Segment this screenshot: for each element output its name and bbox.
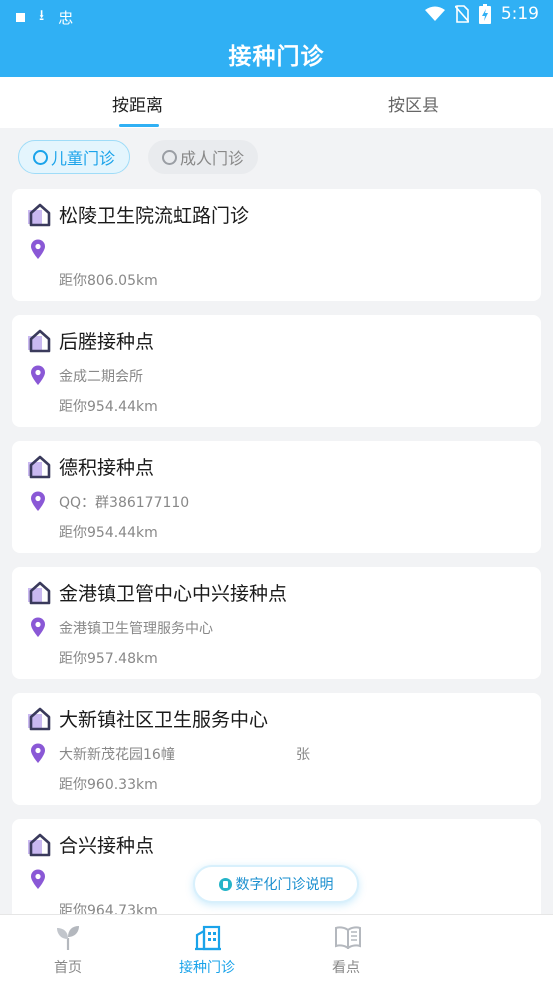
nav-home[interactable]: 首页: [8, 915, 128, 984]
location-pin-icon: [31, 491, 45, 511]
digital-clinic-info-button[interactable]: 数字化门诊说明: [193, 865, 359, 903]
location-pin-icon: [31, 617, 45, 637]
bottom-navigation: 首页 接种门诊 看点: [0, 914, 553, 984]
filter-label: 成人门诊: [180, 149, 245, 168]
sprout-icon: [57, 926, 79, 950]
clinic-name: 松陵卫生院流虹路门诊: [59, 205, 250, 227]
tab-active-indicator: [119, 124, 159, 127]
status-bar: ⭳ 忠 5:19: [0, 0, 553, 32]
tab-by-distance[interactable]: 按距离: [112, 91, 163, 116]
house-icon: [28, 329, 51, 353]
filter-children-clinic[interactable]: 儿童门诊: [18, 140, 131, 174]
house-icon: [28, 581, 51, 605]
filter-adult-clinic[interactable]: 成人门诊: [148, 140, 259, 174]
clinic-address: 大新新茂花园16幢: [59, 747, 175, 763]
clinic-distance: 距你957.48km: [59, 651, 158, 667]
house-icon: [28, 833, 51, 857]
tab-by-district[interactable]: 按区县: [388, 91, 439, 116]
nav-label: 看点: [332, 960, 360, 976]
clinic-card[interactable]: 松陵卫生院流虹路门诊 距你806.05km: [12, 189, 541, 301]
clinic-name: 合兴接种点: [59, 835, 155, 857]
clinic-distance: 距你954.44km: [59, 399, 158, 415]
battery-icon: [478, 4, 491, 24]
document-icon: [218, 877, 232, 891]
clinic-address: QQ：群386177110: [59, 495, 190, 511]
clinic-distance: 距你954.44km: [59, 525, 158, 541]
building-icon: [195, 925, 221, 951]
house-icon: [28, 707, 51, 731]
no-sim-icon: [454, 5, 469, 23]
clinic-name: 大新镇社区卫生服务中心: [59, 709, 269, 731]
header: 接种门诊: [0, 32, 553, 77]
clinic-address-extra: 张: [296, 747, 310, 763]
clinic-distance: 距你960.33km: [59, 777, 158, 793]
location-pin-icon: [31, 869, 45, 889]
clinic-name: 金港镇卫管中心中兴接种点: [59, 583, 288, 605]
wifi-icon: [424, 6, 445, 21]
book-icon: [335, 926, 361, 949]
download-icon: ⭳: [39, 6, 45, 24]
clinic-card[interactable]: 后塍接种点 金成二期会所 距你954.44km: [12, 315, 541, 427]
page-title: 接种门诊: [228, 44, 325, 70]
location-pin-icon: [31, 365, 45, 385]
location-pin-icon: [31, 743, 45, 763]
clinic-card[interactable]: 大新镇社区卫生服务中心 大新新茂花园16幢 张 距你960.33km: [12, 693, 541, 805]
nav-highlights[interactable]: 看点: [286, 915, 406, 984]
clinic-address: 金成二期会所: [59, 369, 143, 385]
clinic-distance: 距你806.05km: [59, 273, 158, 289]
clinic-card[interactable]: 德积接种点 QQ：群386177110 距你954.44km: [12, 441, 541, 553]
nav-clinics[interactable]: 接种门诊: [147, 915, 267, 984]
clinic-card[interactable]: 金港镇卫管中心中兴接种点 金港镇卫生管理服务中心 距你957.48km: [12, 567, 541, 679]
filter-label: 儿童门诊: [51, 149, 116, 168]
app-notification-icon: 忠: [58, 9, 74, 27]
house-icon: [28, 455, 51, 479]
nav-label: 接种门诊: [179, 960, 235, 976]
clinic-address: 金港镇卫生管理服务中心: [59, 621, 213, 637]
house-icon: [28, 203, 51, 227]
child-face-icon: [33, 149, 48, 165]
location-pin-icon: [31, 239, 45, 259]
clock: 5:19: [500, 4, 539, 24]
clinic-name: 后塍接种点: [59, 331, 155, 353]
tab-bar: 按距离 按区县: [0, 77, 553, 128]
float-button-label: 数字化门诊说明: [235, 877, 334, 893]
nav-label: 首页: [54, 960, 82, 976]
adult-face-icon: [162, 149, 177, 165]
notification-square-icon: [16, 13, 25, 22]
clinic-name: 德积接种点: [59, 457, 155, 479]
